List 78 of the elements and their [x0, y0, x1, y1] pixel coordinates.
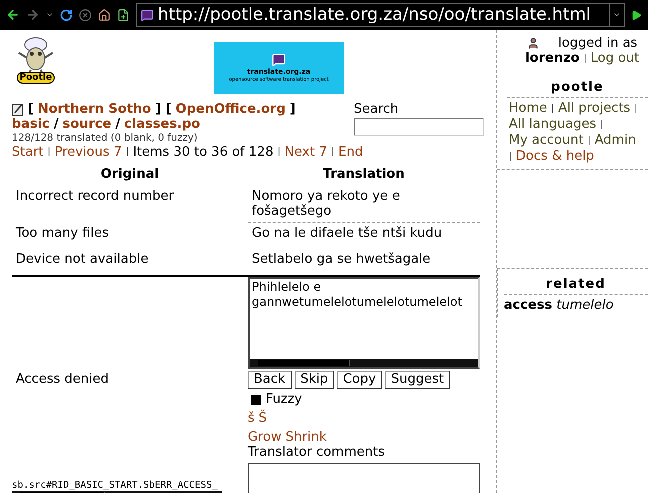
source-location: sb.src#RID_BASIC_START.SbERR_ACCESS_	[12, 480, 219, 491]
column-header: Original	[100, 166, 160, 184]
go-icon[interactable]	[631, 10, 642, 20]
separator: /	[116, 117, 120, 132]
comments-label: Translator comments	[248, 445, 386, 461]
home-icon[interactable]	[98, 8, 111, 22]
separator: ]	[290, 102, 296, 117]
separator: |	[48, 146, 51, 159]
original-cell-text: Device not available	[15, 251, 150, 269]
separator: ] [	[155, 102, 172, 117]
separator: |	[331, 146, 335, 159]
separator: |	[126, 146, 130, 159]
nav-link[interactable]: classes.po	[124, 117, 200, 132]
original-cell-text: Incorrect record number	[15, 188, 176, 206]
separator: |	[584, 54, 587, 64]
address-field[interactable]: http://pootle.translate.org.za/nso/oo/translate.html	[136, 3, 625, 27]
help-link[interactable]: Docs & help	[516, 149, 594, 165]
back-icon[interactable]	[6, 8, 20, 22]
nav-link[interactable]: OpenOffice.org	[176, 102, 286, 117]
translation-stats: 128/128 translated (0 blank, 0 fuzzy)	[12, 132, 199, 145]
forward-icon[interactable]	[26, 8, 40, 22]
nav-link[interactable]: All languages	[509, 117, 597, 133]
item-range: Items 30 to 36 of 128	[133, 145, 274, 160]
original-text: Access denied	[16, 372, 109, 387]
translation-field[interactable]: Phihlelelo e gannwetumelelotumelelotumelelot	[248, 277, 480, 369]
original-cell-text: Too many files	[15, 225, 110, 243]
related-entry: access tumelelo	[504, 298, 615, 313]
comments-field[interactable]	[248, 463, 480, 493]
translation-cell[interactable]: Setlabelo ga se hwetšagale	[248, 249, 480, 275]
login-status: logged in as	[558, 36, 638, 51]
section-title: related	[504, 277, 648, 295]
separator: [	[28, 102, 34, 117]
translation-cell[interactable]: Go na le difaele tše ntši kudu	[248, 223, 480, 249]
separator: |	[278, 146, 281, 159]
stop-icon[interactable]	[79, 8, 92, 22]
nav-link[interactable]: Admin	[594, 133, 636, 149]
separator: /	[54, 117, 59, 132]
action-button[interactable]: Copy	[337, 371, 382, 389]
caret-icon[interactable]	[46, 11, 54, 19]
translation-cell[interactable]: Nomoro ya rekoto ye e fošagetšego	[248, 186, 480, 223]
nav-link[interactable]: source	[62, 117, 112, 132]
nav-link[interactable]: Next 7	[284, 145, 328, 160]
logo-label: Pootle	[16, 72, 56, 84]
separator: |	[600, 119, 604, 132]
reload-icon[interactable]	[60, 8, 73, 22]
resize-link[interactable]: Shrink	[286, 430, 327, 445]
action-button[interactable]: Skip	[294, 371, 334, 389]
section-title: pootle	[507, 80, 648, 98]
action-button[interactable]: Suggest	[385, 371, 450, 389]
speech-bubble-icon	[141, 8, 154, 22]
fuzzy-checkbox[interactable]	[251, 394, 261, 404]
edit-icon	[12, 103, 24, 116]
column-header: Translation	[322, 166, 406, 184]
action-button[interactable]: Back	[248, 371, 292, 389]
character-link[interactable]: Š	[258, 411, 268, 426]
fuzzy-label: Fuzzy	[266, 392, 302, 407]
search-label: Search	[354, 102, 400, 118]
nav-link[interactable]: basic	[12, 117, 50, 132]
nav-link[interactable]: End	[338, 145, 364, 160]
nav-link[interactable]: Northern Sotho	[38, 102, 152, 117]
logout-link[interactable]: Log out	[590, 51, 640, 66]
speech-bubble-icon	[272, 53, 286, 67]
nav-link[interactable]: Start	[12, 145, 44, 160]
nav-link[interactable]: All projects	[558, 101, 631, 117]
separator: |	[551, 103, 554, 116]
caret-icon	[613, 11, 621, 19]
nav-link[interactable]: Previous 7	[54, 145, 122, 160]
separator: |	[588, 135, 591, 148]
character-link[interactable]: š	[248, 411, 255, 426]
nav-link[interactable]: My account	[509, 133, 584, 149]
resize-link[interactable]: Grow	[248, 430, 282, 445]
user-icon	[527, 37, 540, 50]
separator: |	[634, 103, 638, 116]
user-name: lorenzo	[525, 51, 580, 66]
search-field[interactable]	[354, 118, 484, 136]
separator: |	[509, 151, 512, 164]
nav-link[interactable]: Home	[509, 101, 548, 117]
bookmark-icon[interactable]	[117, 8, 130, 22]
